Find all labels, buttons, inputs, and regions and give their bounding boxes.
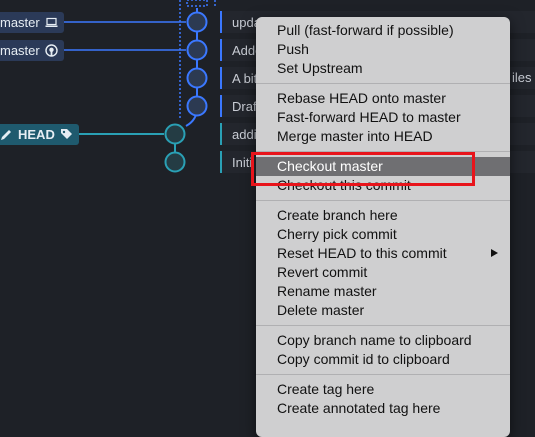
menu-item-label: Reset HEAD to this commit <box>277 245 447 261</box>
menu-item-checkout-commit[interactable]: Checkout this commit <box>256 176 510 195</box>
menu-item-pull[interactable]: Pull (fast-forward if possible) <box>256 21 510 40</box>
commit-node[interactable] <box>164 123 186 145</box>
branch-tag-master-remote[interactable]: master <box>0 40 64 61</box>
menu-item-delete-branch[interactable]: Delete master <box>256 301 510 320</box>
tag-icon <box>60 128 73 141</box>
commit-node[interactable] <box>186 67 208 89</box>
commit-node[interactable] <box>186 39 208 61</box>
commit-message-overflow: iles <box>512 70 532 85</box>
commit-node[interactable] <box>186 11 208 33</box>
commit-message: A bit <box>232 70 258 86</box>
menu-separator <box>256 325 510 326</box>
menu-item-create-annotated-tag[interactable]: Create annotated tag here <box>256 399 510 418</box>
menu-item-cherry-pick[interactable]: Cherry pick commit <box>256 225 510 244</box>
menu-item-create-branch[interactable]: Create branch here <box>256 206 510 225</box>
menu-item-checkout-branch[interactable]: Checkout master <box>256 157 510 176</box>
menu-item-copy-branch-name[interactable]: Copy branch name to clipboard <box>256 331 510 350</box>
menu-separator <box>256 151 510 152</box>
context-menu: Pull (fast-forward if possible) Push Set… <box>256 17 510 437</box>
pencil-icon <box>0 128 13 141</box>
submenu-arrow-icon <box>491 249 498 257</box>
laptop-icon <box>45 16 58 29</box>
menu-item-reset-head[interactable]: Reset HEAD to this commit <box>256 244 510 263</box>
menu-item-revert[interactable]: Revert commit <box>256 263 510 282</box>
menu-item-fast-forward[interactable]: Fast-forward HEAD to master <box>256 108 510 127</box>
commit-node[interactable] <box>186 95 208 117</box>
commit-node[interactable] <box>164 151 186 173</box>
branch-tag-label: HEAD <box>18 127 55 142</box>
menu-separator <box>256 200 510 201</box>
menu-item-create-tag[interactable]: Create tag here <box>256 380 510 399</box>
branch-tag-master-local[interactable]: master <box>0 12 64 33</box>
branch-tag-label: master <box>0 43 40 58</box>
menu-item-merge[interactable]: Merge master into HEAD <box>256 127 510 146</box>
branch-tag-head[interactable]: HEAD <box>0 124 79 145</box>
menu-separator <box>256 374 510 375</box>
menu-item-rebase[interactable]: Rebase HEAD onto master <box>256 89 510 108</box>
menu-item-copy-commit-id[interactable]: Copy commit id to clipboard <box>256 350 510 369</box>
menu-item-push[interactable]: Push <box>256 40 510 59</box>
menu-item-rename-branch[interactable]: Rename master <box>256 282 510 301</box>
branch-tag-label: master <box>0 15 40 30</box>
menu-separator <box>256 83 510 84</box>
menu-item-set-upstream[interactable]: Set Upstream <box>256 59 510 78</box>
github-icon <box>45 44 58 57</box>
commit-message: Initi <box>232 154 253 170</box>
